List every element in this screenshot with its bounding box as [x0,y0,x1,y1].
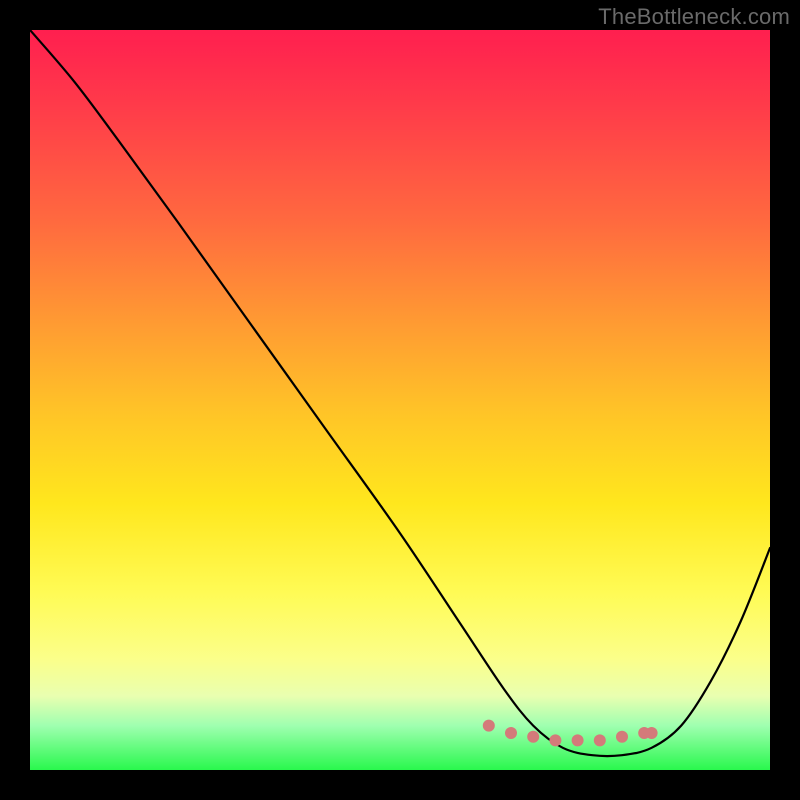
chart-frame: TheBottleneck.com [0,0,800,800]
marker-dot [594,734,606,746]
marker-group [483,720,658,747]
marker-dot [616,731,628,743]
plot-area [30,30,770,770]
bottleneck-curve [30,30,770,756]
marker-dot [646,727,658,739]
curve-layer [30,30,770,770]
watermark-text: TheBottleneck.com [598,4,790,30]
marker-dot [483,720,495,732]
marker-dot [505,727,517,739]
marker-dot [549,734,561,746]
marker-dot [572,734,584,746]
marker-dot [527,731,539,743]
